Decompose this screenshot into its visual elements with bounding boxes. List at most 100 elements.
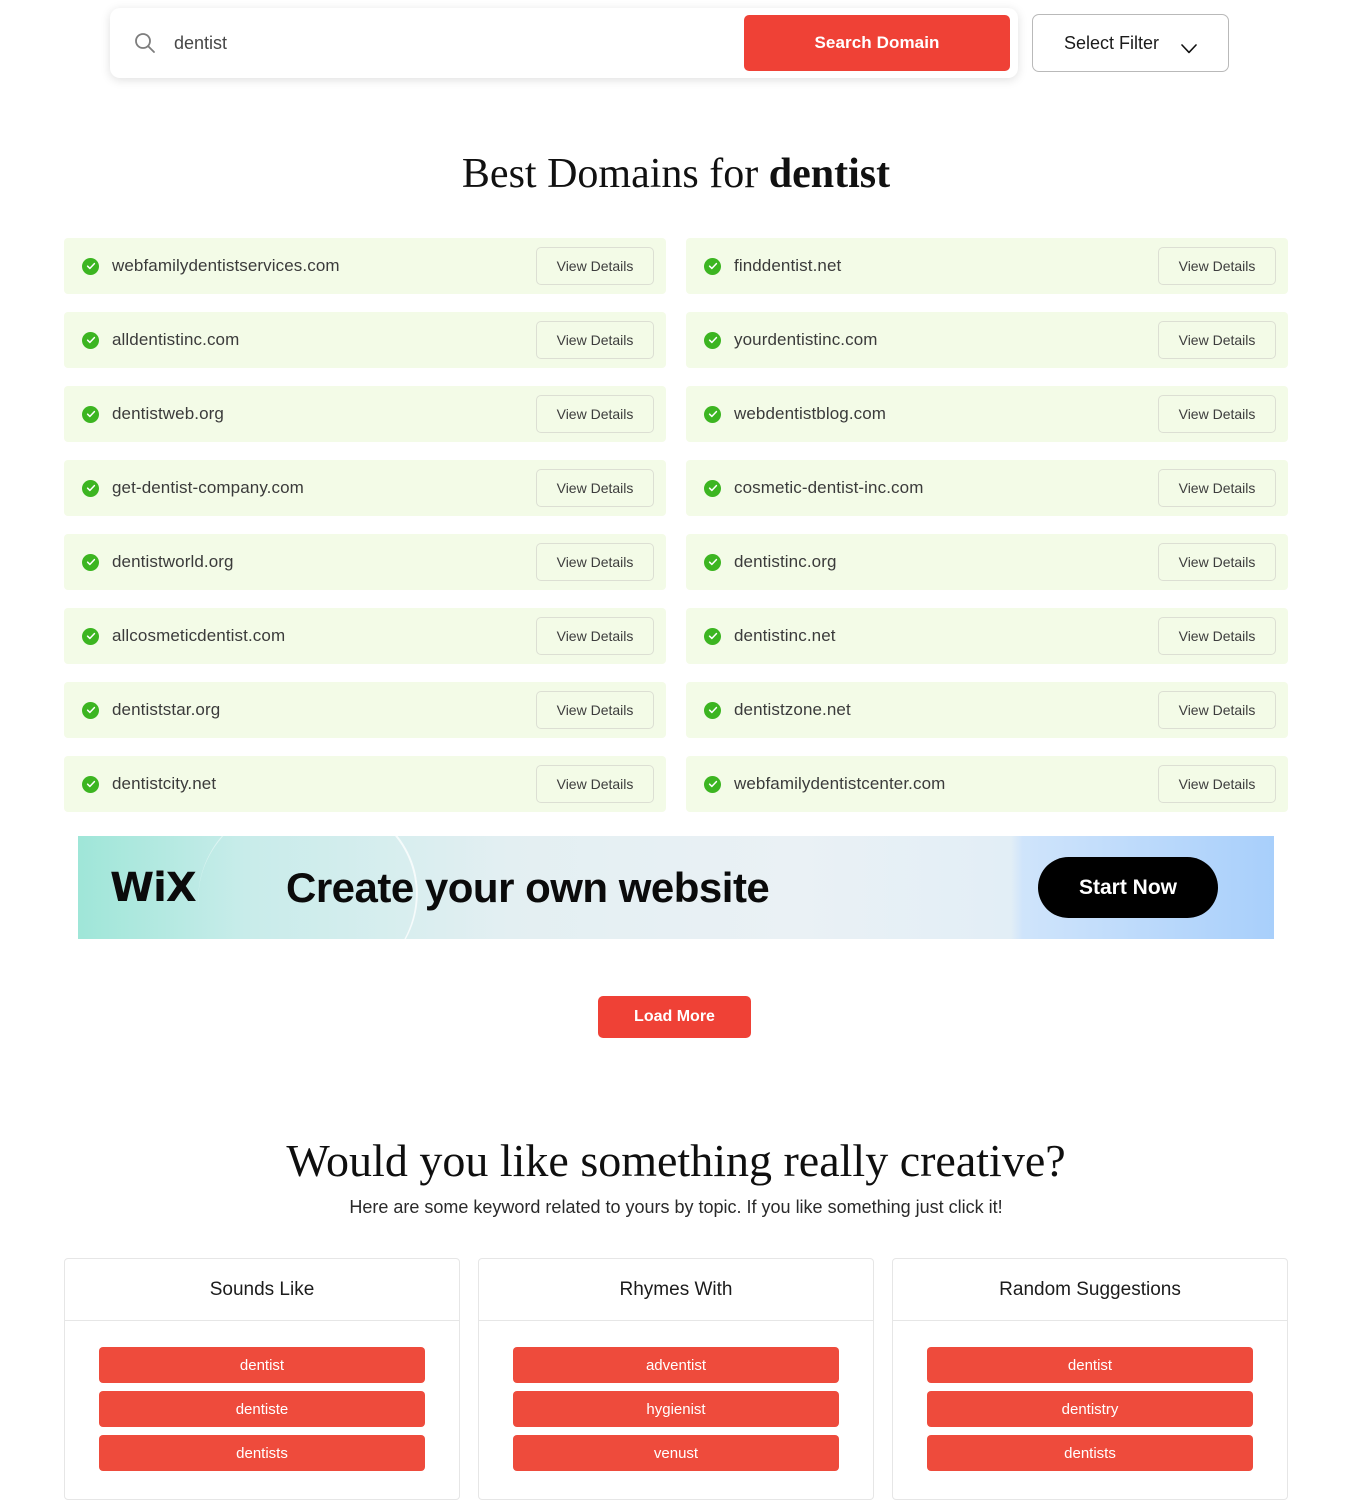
check-circle-icon (704, 627, 721, 645)
view-details-button[interactable]: View Details (1158, 617, 1276, 655)
view-details-button[interactable]: View Details (536, 469, 654, 507)
suggestion-card-body: dentist dentiste dentists (65, 1321, 459, 1471)
domain-name: webfamilydentistservices.com (112, 256, 340, 275)
view-details-button[interactable]: View Details (536, 617, 654, 655)
domain-result-row: yourdentistinc.com View Details (686, 312, 1288, 368)
view-details-button[interactable]: View Details (536, 247, 654, 285)
select-filter-label: Select Filter (1063, 32, 1160, 53)
wix-logo: WiX (110, 864, 197, 911)
domain-result-row: finddentist.net View Details (686, 238, 1288, 294)
domain-results-grid: webfamilydentistservices.com View Details… (64, 238, 1288, 812)
view-details-button[interactable]: View Details (536, 395, 654, 433)
suggestion-card-title: Sounds Like (65, 1259, 459, 1321)
keyword-suggestion-button[interactable]: adventist (513, 1347, 839, 1383)
domain-result-row: dentistinc.net View Details (686, 608, 1288, 664)
domain-result-row: dentistinc.org View Details (686, 534, 1288, 590)
view-details-button[interactable]: View Details (1158, 543, 1276, 581)
domain-name: finddentist.net (734, 256, 842, 275)
check-circle-icon (82, 257, 99, 275)
creative-section-subtitle: Here are some keyword related to yours b… (349, 1197, 1003, 1217)
domain-name: yourdentistinc.com (734, 330, 878, 349)
domain-result-row: dentistcity.net View Details (64, 756, 666, 812)
load-more-button[interactable]: Load More (598, 996, 751, 1038)
check-circle-icon (82, 701, 99, 719)
banner-headline: Create your own website (286, 863, 770, 911)
keyword-suggestion-button[interactable]: hygienist (513, 1391, 839, 1427)
domain-result-row: dentistweb.org View Details (64, 386, 666, 442)
suggestion-card-body: adventist hygienist venust (479, 1321, 873, 1471)
view-details-button[interactable]: View Details (536, 765, 654, 803)
keyword-suggestion-button[interactable]: dentist (927, 1347, 1253, 1383)
domain-name: webfamilydentistcenter.com (734, 774, 946, 793)
search-bar: Search Domain (110, 8, 1018, 78)
view-details-button[interactable]: View Details (1158, 321, 1276, 359)
check-circle-icon (704, 405, 721, 423)
check-circle-icon (82, 405, 99, 423)
keyword-suggestion-button[interactable]: dentist (99, 1347, 425, 1383)
search-input[interactable] (174, 8, 744, 78)
check-circle-icon (82, 479, 99, 497)
keyword-suggestion-button[interactable]: dentistry (927, 1391, 1253, 1427)
suggestion-card-title: Rhymes With (479, 1259, 873, 1321)
view-details-button[interactable]: View Details (1158, 469, 1276, 507)
keyword-suggestion-button[interactable]: dentists (927, 1435, 1253, 1471)
domain-name: cosmetic-dentist-inc.com (734, 478, 924, 497)
domain-result-row: alldentistinc.com View Details (64, 312, 666, 368)
domain-result-row: webdentistblog.com View Details (686, 386, 1288, 442)
suggestion-card-title: Random Suggestions (893, 1259, 1287, 1321)
search-domain-button[interactable]: Search Domain (744, 15, 1010, 71)
keyword-suggestion-button[interactable]: venust (513, 1435, 839, 1471)
chevron-down-icon (1181, 38, 1197, 54)
check-circle-icon (704, 775, 721, 793)
domain-name: get-dentist-company.com (112, 478, 304, 497)
suggestion-card-body: dentist dentistry dentists (893, 1321, 1287, 1471)
keyword-suggestion-button[interactable]: dentists (99, 1435, 425, 1471)
view-details-button[interactable]: View Details (1158, 765, 1276, 803)
domain-name: dentiststar.org (112, 700, 221, 719)
suggestion-card: Rhymes With adventist hygienist venust (478, 1258, 874, 1500)
view-details-button[interactable]: View Details (536, 321, 654, 359)
creative-section-title: Would you like something really creative… (286, 1135, 1066, 1186)
domain-result-row: dentistworld.org View Details (64, 534, 666, 590)
view-details-button[interactable]: View Details (1158, 395, 1276, 433)
domain-name: dentistworld.org (112, 552, 234, 571)
check-circle-icon (704, 479, 721, 497)
check-circle-icon (704, 553, 721, 571)
domain-name: allcosmeticdentist.com (112, 626, 286, 645)
domain-name: dentistinc.org (734, 552, 837, 571)
suggestion-cards: Sounds Like dentist dentiste dentists Rhymes… (64, 1258, 1288, 1500)
search-icon (132, 30, 158, 56)
keyword-suggestion-button[interactable]: dentiste (99, 1391, 425, 1427)
domain-name: alldentistinc.com (112, 330, 240, 349)
domain-name: dentistcity.net (112, 774, 217, 793)
page-title-prefix: Best Domains for (461, 151, 769, 197)
check-circle-icon (82, 553, 99, 571)
domain-result-row: cosmetic-dentist-inc.com View Details (686, 460, 1288, 516)
view-details-button[interactable]: View Details (536, 691, 654, 729)
check-circle-icon (704, 257, 721, 275)
domain-name: dentistinc.net (734, 626, 836, 645)
check-circle-icon (82, 331, 99, 349)
check-circle-icon (704, 701, 721, 719)
domain-result-row: get-dentist-company.com View Details (64, 460, 666, 516)
suggestion-card: Random Suggestions dentist dentistry dentis… (892, 1258, 1288, 1500)
check-circle-icon (82, 775, 99, 793)
domain-name: webdentistblog.com (734, 404, 887, 423)
wix-advertisement-banner[interactable]: WiX Create your own website Start Now (78, 836, 1274, 939)
domain-result-row: dentiststar.org View Details (64, 682, 666, 738)
domain-name: dentistzone.net (734, 700, 851, 719)
page-title: Best Domains for dentist (0, 150, 1352, 198)
select-filter-button[interactable]: Select Filter (1032, 14, 1229, 72)
view-details-button[interactable]: View Details (1158, 247, 1276, 285)
start-now-button[interactable]: Start Now (1038, 857, 1218, 918)
view-details-button[interactable]: View Details (536, 543, 654, 581)
domain-result-row: webfamilydentistcenter.com View Details (686, 756, 1288, 812)
domain-result-row: webfamilydentistservices.com View Details (64, 238, 666, 294)
domain-result-row: dentistzone.net View Details (686, 682, 1288, 738)
domain-name: dentistweb.org (112, 404, 224, 423)
suggestion-card: Sounds Like dentist dentiste dentists (64, 1258, 460, 1500)
check-circle-icon (82, 627, 99, 645)
check-circle-icon (704, 331, 721, 349)
view-details-button[interactable]: View Details (1158, 691, 1276, 729)
page-title-keyword: dentist (768, 151, 891, 197)
